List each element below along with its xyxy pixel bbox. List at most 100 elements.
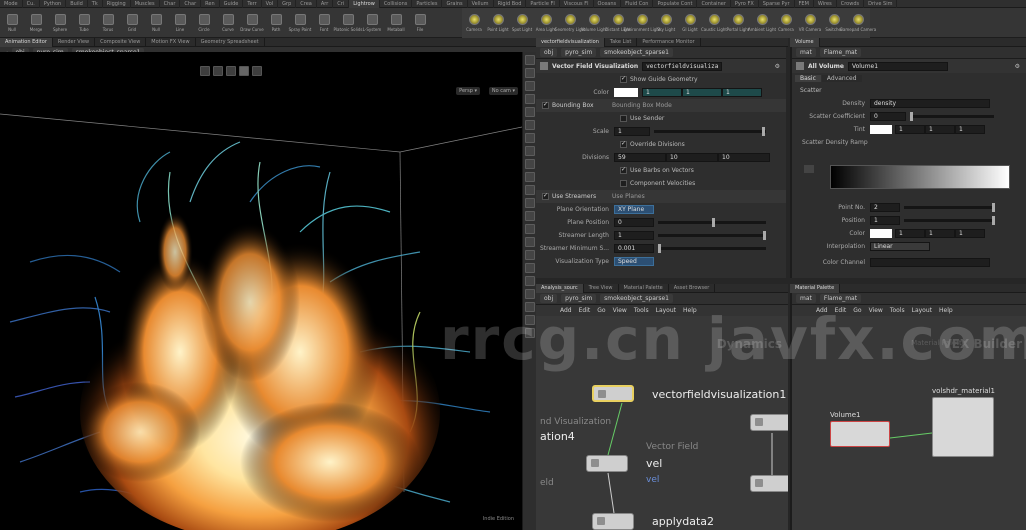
shelf-tool-button[interactable]: Path bbox=[264, 8, 288, 38]
pane-tab[interactable]: Geometry Spreadsheet bbox=[196, 37, 265, 47]
pane-tab[interactable]: Material Palette bbox=[790, 283, 841, 293]
shelf-tab[interactable]: Muscles bbox=[131, 0, 160, 8]
side-tool-icon[interactable] bbox=[525, 107, 535, 117]
path-node-obj[interactable]: obj bbox=[540, 48, 558, 57]
light-tool-button[interactable]: Caustic Light bbox=[701, 8, 727, 38]
show-guide-checkbox[interactable] bbox=[620, 75, 627, 83]
scatter-coef-slider[interactable] bbox=[910, 112, 994, 121]
light-tool-button[interactable]: Spot Light bbox=[510, 8, 534, 38]
ramp-color-b[interactable]: 1 bbox=[955, 229, 985, 238]
side-tool-icon[interactable] bbox=[525, 185, 535, 195]
shelf-tab[interactable]: Char bbox=[160, 0, 181, 8]
side-tool-icon[interactable] bbox=[525, 146, 535, 156]
shelf-tab[interactable]: Wires bbox=[814, 0, 837, 8]
component-velocities-checkbox[interactable] bbox=[620, 180, 627, 187]
plane-position-field[interactable]: 0 bbox=[614, 218, 654, 227]
shelf-tool-button[interactable]: Metaball bbox=[384, 8, 408, 38]
pane-tab[interactable]: Take List bbox=[605, 37, 638, 47]
shelf-tool-button[interactable]: File bbox=[408, 8, 432, 38]
streamer-length-field[interactable]: 1 bbox=[614, 231, 654, 240]
side-tool-icon[interactable] bbox=[525, 159, 535, 169]
shelf-tab[interactable]: Particle Fl bbox=[526, 0, 560, 8]
path-node-smokeobject[interactable]: smokeobject_sparse1 bbox=[600, 48, 673, 57]
light-tool-button[interactable]: GI Light bbox=[678, 8, 702, 38]
side-tool-icon[interactable] bbox=[525, 68, 535, 78]
side-tool-icon[interactable] bbox=[525, 133, 535, 143]
use-streamers-checkbox[interactable] bbox=[542, 192, 549, 200]
light-tool-button[interactable]: Portal Light bbox=[726, 8, 750, 38]
light-tool-button[interactable]: Environment Light bbox=[624, 8, 660, 38]
streamer-minimum-slider[interactable] bbox=[658, 244, 766, 253]
interp-menu[interactable]: Linear bbox=[870, 242, 930, 251]
position-slider[interactable] bbox=[904, 216, 995, 225]
light-tool-button[interactable]: Sky Light bbox=[654, 8, 678, 38]
side-tool-icon[interactable] bbox=[525, 224, 535, 234]
shelf-tool-button[interactable]: Circle bbox=[192, 8, 216, 38]
path-node-mat[interactable]: mat bbox=[796, 48, 816, 57]
side-tool-icon[interactable] bbox=[525, 55, 535, 65]
pane-tab[interactable]: Analysis_sourc bbox=[536, 283, 584, 293]
shelf-tab[interactable]: Char bbox=[180, 0, 202, 8]
shelf-tab[interactable]: Drive Sim bbox=[864, 0, 898, 8]
light-tool-button[interactable]: Camera bbox=[462, 8, 486, 38]
pane-tab[interactable]: Render View bbox=[53, 37, 96, 47]
gear-icon[interactable]: ⚙ bbox=[775, 63, 780, 70]
ramp-add-icon[interactable] bbox=[804, 165, 814, 173]
plane-position-slider[interactable] bbox=[658, 218, 766, 227]
shelf-tab[interactable]: Oceans bbox=[594, 0, 622, 8]
visualization-type-menu[interactable]: Speed bbox=[614, 257, 654, 266]
shelf-tool-button[interactable]: Null bbox=[144, 8, 168, 38]
streamer-minimum-field[interactable]: 0.001 bbox=[614, 244, 654, 253]
side-tool-icon[interactable] bbox=[525, 94, 535, 104]
shelf-tool-button[interactable]: Grid bbox=[120, 8, 144, 38]
side-tool-icon[interactable] bbox=[525, 276, 535, 286]
override-divisions-checkbox[interactable] bbox=[620, 140, 627, 148]
pane-tab[interactable]: Material Palette bbox=[619, 283, 669, 293]
side-tool-icon[interactable] bbox=[525, 250, 535, 260]
shelf-tab[interactable]: Pyro FX bbox=[731, 0, 759, 8]
pane-tab[interactable]: Tree View bbox=[584, 283, 619, 293]
tint-g-field[interactable]: 1 bbox=[925, 125, 955, 134]
light-tool-button[interactable]: Camera bbox=[774, 8, 798, 38]
shelf-tab[interactable]: Guide bbox=[220, 0, 244, 8]
divisions-z-field[interactable]: 10 bbox=[718, 153, 770, 162]
point-no-slider[interactable] bbox=[904, 203, 995, 212]
shelf-tab[interactable]: Collisions bbox=[380, 0, 413, 8]
shelf-tab[interactable]: Cri bbox=[333, 0, 350, 8]
pane-tab[interactable]: Volume bbox=[790, 37, 820, 47]
scatter-coef-field[interactable]: 0 bbox=[870, 112, 906, 121]
shelf-tab[interactable]: Container bbox=[697, 0, 731, 8]
shelf-tab[interactable]: Vol bbox=[262, 0, 279, 8]
shelf-tab[interactable]: Lightrow bbox=[349, 0, 380, 8]
color-r-field[interactable]: 1 bbox=[642, 88, 682, 97]
side-tool-icon[interactable] bbox=[525, 289, 535, 299]
light-tool-button[interactable]: VR Camera bbox=[798, 8, 822, 38]
shelf-tab[interactable]: Populate Cont bbox=[653, 0, 698, 8]
pane-tab[interactable]: Performance Monitor bbox=[637, 37, 701, 47]
shelf-tab[interactable]: Grp bbox=[278, 0, 297, 8]
light-tool-button[interactable]: Geometry Light bbox=[554, 8, 586, 38]
side-tool-icon[interactable] bbox=[525, 211, 535, 221]
side-tool-icon[interactable] bbox=[525, 81, 535, 91]
path-node-flame-mat[interactable]: Flame_mat bbox=[819, 48, 862, 57]
tint-b-field[interactable]: 1 bbox=[955, 125, 985, 134]
ramp-color-r[interactable]: 1 bbox=[895, 229, 925, 238]
gear-icon[interactable]: ⚙ bbox=[1015, 63, 1020, 70]
position-field[interactable]: 1 bbox=[870, 216, 900, 225]
pane-tab[interactable]: Asset Browser bbox=[669, 283, 716, 293]
shelf-tab[interactable]: Sparse Pyr bbox=[759, 0, 795, 8]
pane-tab[interactable]: vectorfieldvisualization bbox=[536, 37, 605, 47]
shelf-tool-button[interactable]: Line bbox=[168, 8, 192, 38]
density-field[interactable]: density bbox=[870, 99, 990, 108]
scale-field[interactable]: 1 bbox=[614, 127, 650, 136]
side-tool-icon[interactable] bbox=[525, 198, 535, 208]
scene-viewport[interactable]: Persp ▾ No cam ▾ Indie Edition bbox=[0, 52, 522, 530]
shelf-tab[interactable]: Ren bbox=[201, 0, 220, 8]
material-name-field[interactable]: Volume1 bbox=[847, 61, 948, 71]
light-tool-button[interactable]: Point Light bbox=[486, 8, 510, 38]
ramp-color-swatch[interactable] bbox=[870, 229, 892, 238]
shelf-tool-button[interactable]: Draw Curve bbox=[240, 8, 264, 38]
shelf-tool-button[interactable]: Platonic Solids bbox=[334, 8, 362, 38]
pane-tab[interactable]: Animation Editor bbox=[0, 37, 53, 47]
shelf-tab[interactable]: Viscous Fl bbox=[560, 0, 594, 8]
